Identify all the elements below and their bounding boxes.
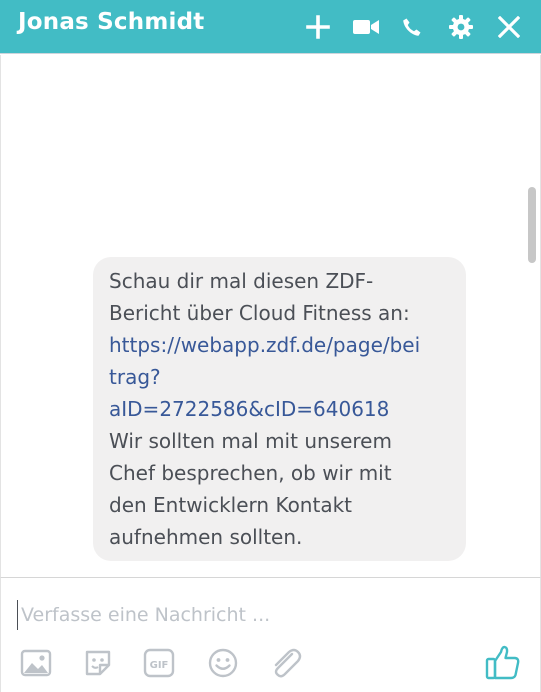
message-list[interactable]: Schau dir mal diesen ZDF- Bericht über C… [0,55,541,577]
composer: GIF [0,577,541,692]
message-input[interactable] [17,600,501,630]
gear-icon[interactable] [447,13,475,41]
message-text-line: Chef besprechen, ob wir mit [109,461,392,485]
message-link[interactable]: https://webapp.zdf.de/page/bei [109,329,450,361]
thumbs-up-icon[interactable] [484,642,522,682]
message-link[interactable]: trag? [109,361,450,393]
svg-text:GIF: GIF [150,660,169,671]
plus-icon[interactable] [304,13,332,41]
phone-icon[interactable] [398,13,426,41]
gif-icon[interactable]: GIF [141,646,177,680]
message-link[interactable]: aID=2722586&cID=640618 [109,393,450,425]
message-text-line: Schau dir mal diesen ZDF- [109,269,374,293]
chat-window: Jonas Schmidt Schau dir mal diesen ZDF- … [0,0,541,692]
scrollbar-thumb[interactable] [528,187,536,263]
video-camera-icon[interactable] [352,13,380,41]
attachment-icon[interactable] [267,646,303,680]
contact-name[interactable]: Jonas Schmidt [18,9,204,35]
close-icon[interactable] [495,13,523,41]
message-bubble: Schau dir mal diesen ZDF- Bericht über C… [93,257,466,561]
message-text-line: Wir sollten mal mit unserem [109,429,392,453]
message-text-line: aufnehmen sollten. [109,525,303,549]
message-text-line: Bericht über Cloud Fitness an: [109,301,410,325]
sticker-icon[interactable] [80,646,116,680]
chat-header: Jonas Schmidt [0,0,541,54]
message-text-line: den Entwicklern Kontakt [109,493,352,517]
image-icon[interactable] [18,646,54,680]
emoji-icon[interactable] [205,646,241,680]
